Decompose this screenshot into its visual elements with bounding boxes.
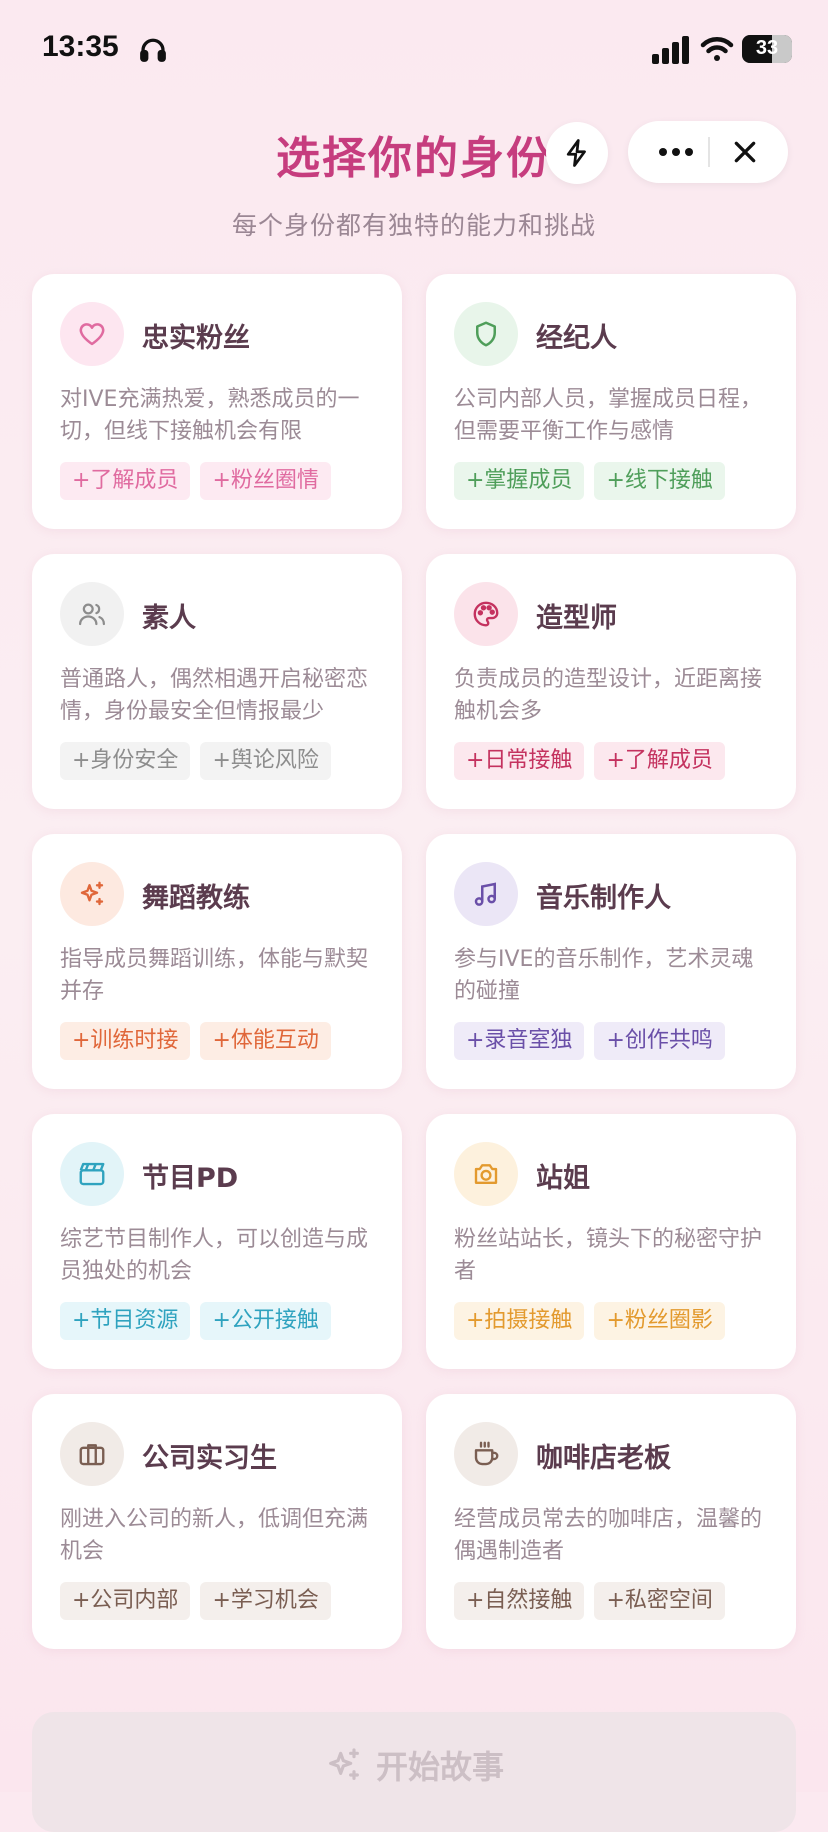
role-tag: +粉丝圈影 [594,1302,725,1340]
headphones-icon [140,38,166,62]
role-tag: +录音室独 [454,1022,585,1060]
role-icon-badge [454,582,518,646]
role-name: 忠实粉丝 [142,323,250,354]
capsule-divider [708,137,710,167]
role-description: 普通路人，偶然相遇开启秘密恋情，身份最安全但情报最少 [60,667,369,724]
role-name: 造型师 [536,603,617,634]
role-description: 公司内部人员，掌握成员日程，但需要平衡工作与感情 [454,387,763,444]
page-subtitle: 每个身份都有独特的能力和挑战 [231,211,596,240]
camera-icon [474,1164,498,1184]
role-description: 刚进入公司的新人，低调但充满机会 [60,1507,369,1564]
more-button[interactable] [646,121,706,183]
mini-program-capsule [628,121,788,183]
start-story-button[interactable]: 开始故事 [32,1712,796,1832]
role-icon-badge [454,862,518,926]
role-card-manager[interactable]: 经纪人 公司内部人员，掌握成员日程，但需要平衡工作与感情 +掌握成员 +线下接触 [426,274,796,529]
role-name: 素人 [142,603,196,634]
role-card-stylist[interactable]: 造型师 负责成员的造型设计，近距离接触机会多 +日常接触 +了解成员 [426,554,796,809]
role-name: 音乐制作人 [536,883,671,914]
role-tag: +私密空间 [594,1582,725,1620]
role-icon-badge [60,302,124,366]
role-description: 综艺节目制作人，可以创造与成员独处的机会 [60,1227,369,1284]
coffee-cup-icon [474,1441,499,1466]
status-time: 13:35 [42,30,119,63]
role-description: 指导成员舞蹈训练，体能与默契并存 [60,947,369,1004]
wifi-icon [700,37,734,61]
users-icon [79,603,105,626]
heart-icon [79,323,105,346]
role-tag: +舆论风险 [200,742,331,780]
battery-level: 33 [755,37,779,59]
cellular-signal-icon [652,36,689,64]
briefcase-icon [79,1444,105,1466]
clapperboard-icon [79,1162,105,1186]
role-name: 公司实习生 [142,1443,277,1474]
role-tag: +日常接触 [454,742,585,780]
sparkle-icon [80,881,104,906]
role-tag: +节目资源 [60,1302,191,1340]
start-story-label: 开始故事 [375,1748,504,1786]
flash-button[interactable] [546,122,608,184]
role-tag: +线下接触 [594,462,725,500]
role-name: 舞蹈教练 [142,883,250,914]
role-icon-badge [60,862,124,926]
lightning-icon [566,139,586,167]
role-description: 经营成员常去的咖啡店，温馨的偶遇制造者 [454,1507,763,1564]
role-card-loyal-fan[interactable]: 忠实粉丝 对IVE充满热爱，熟悉成员的一切，但线下接触机会有限 +了解成员 +粉… [32,274,402,529]
role-tag: +自然接触 [454,1582,585,1620]
role-icon-badge [454,1142,518,1206]
music-note-icon [474,882,496,906]
role-tag: +了解成员 [594,742,725,780]
sparkle-icon [329,1748,359,1780]
role-tag: +创作共鸣 [594,1022,725,1060]
role-tag: +体能互动 [200,1022,331,1060]
role-icon-badge [454,1422,518,1486]
role-tag: +身份安全 [60,742,191,780]
role-description: 对IVE充满热爱，熟悉成员的一切，但线下接触机会有限 [60,387,360,444]
battery-indicator: 33 [742,35,792,63]
role-tag: +了解成员 [60,462,191,500]
role-card-show-pd[interactable]: 节目PD 综艺节目制作人，可以创造与成员独处的机会 +节目资源 +公开接触 [32,1114,402,1369]
role-tag: +粉丝圈情 [200,462,331,500]
role-icon-badge [60,1142,124,1206]
role-tag: +训练时接 [60,1022,191,1060]
role-card-dance-coach[interactable]: 舞蹈教练 指导成员舞蹈训练，体能与默契并存 +训练时接 +体能互动 [32,834,402,1089]
more-dots-icon [659,148,693,156]
role-tag: +拍摄接触 [454,1302,585,1340]
shield-icon [476,321,496,347]
role-description: 参与IVE的音乐制作，艺术灵魂的碰撞 [454,947,754,1004]
role-card-cafe-owner[interactable]: 咖啡店老板 经营成员常去的咖啡店，温馨的偶遇制造者 +自然接触 +私密空间 [426,1394,796,1649]
role-description: 粉丝站站长，镜头下的秘密守护者 [454,1227,763,1284]
role-tag: +公司内部 [60,1582,191,1620]
role-tag: +掌握成员 [454,462,585,500]
role-name: 节目PD [142,1163,239,1194]
role-card-intern[interactable]: 公司实习生 刚进入公司的新人，低调但充满机会 +公司内部 +学习机会 [32,1394,402,1649]
role-card-civilian[interactable]: 素人 普通路人，偶然相遇开启秘密恋情，身份最安全但情报最少 +身份安全 +舆论风… [32,554,402,809]
role-name: 站姐 [536,1163,590,1194]
role-description: 负责成员的造型设计，近距离接触机会多 [454,667,763,724]
close-button[interactable] [712,121,778,183]
role-name: 经纪人 [536,323,617,354]
role-tag: +学习机会 [200,1582,331,1620]
role-icon-badge [454,302,518,366]
role-icon-badge [60,582,124,646]
palette-icon [473,601,499,627]
status-bar: 13:35 33 [0,0,828,100]
role-name: 咖啡店老板 [536,1443,671,1474]
role-card-music-producer[interactable]: 音乐制作人 参与IVE的音乐制作，艺术灵魂的碰撞 +录音室独 +创作共鸣 [426,834,796,1089]
close-icon [734,141,756,163]
role-icon-badge [60,1422,124,1486]
role-tag: +公开接触 [200,1302,331,1340]
role-card-fansite-master[interactable]: 站姐 粉丝站站长，镜头下的秘密守护者 +拍摄接触 +粉丝圈影 [426,1114,796,1369]
